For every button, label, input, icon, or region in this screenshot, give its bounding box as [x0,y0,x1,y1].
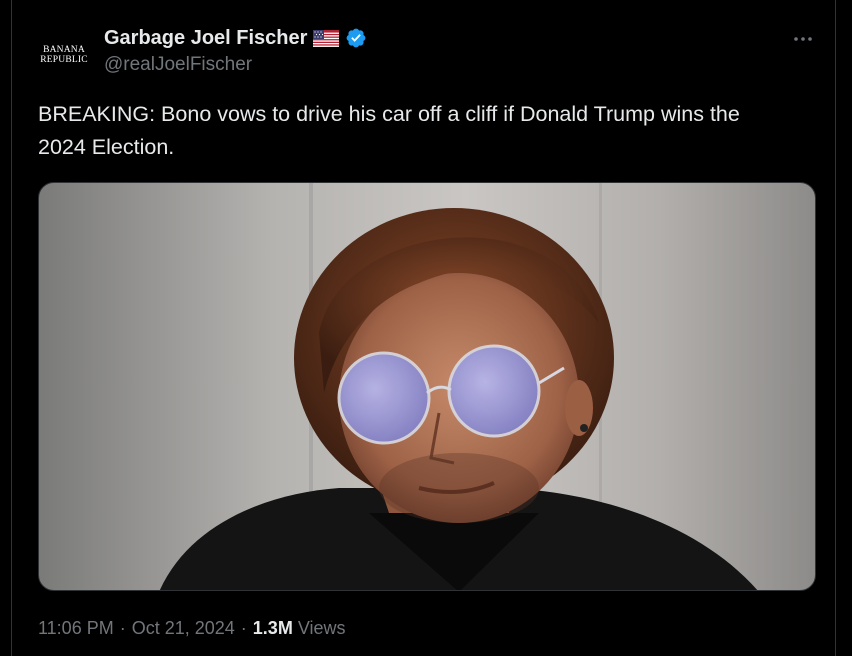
verified-badge-icon[interactable] [345,27,367,49]
more-options-icon [793,29,813,47]
tweet-time[interactable]: 11:06 PM [38,618,114,639]
author-name-row: Garbage Joel Fischer [104,25,367,51]
timeline-border-right [835,0,836,656]
timeline-border-left [11,0,12,656]
display-name[interactable]: Garbage Joel Fischer [104,27,307,50]
more-options-button[interactable] [788,26,818,50]
tweet-date[interactable]: Oct 21, 2024 [132,618,235,639]
tweet-meta: 11:06 PM · Oct 21, 2024 · 1.3M Views [38,616,346,640]
photo-illustration [159,183,758,590]
avatar-text-line1: BANANA [43,45,85,55]
tweet-photo[interactable] [38,182,816,591]
avatar[interactable]: BANANA REPUBLIC [37,28,91,82]
author-handle[interactable]: @realJoelFischer [104,54,252,76]
meta-separator: · [240,617,247,638]
tweet-text: BREAKING: Bono vows to drive his car off… [38,102,740,159]
views-label[interactable]: Views [298,618,346,639]
avatar-text-line2: REPUBLIC [40,55,88,65]
meta-separator: · [119,617,126,638]
views-count[interactable]: 1.3M [253,618,293,639]
us-flag-icon [313,29,340,47]
